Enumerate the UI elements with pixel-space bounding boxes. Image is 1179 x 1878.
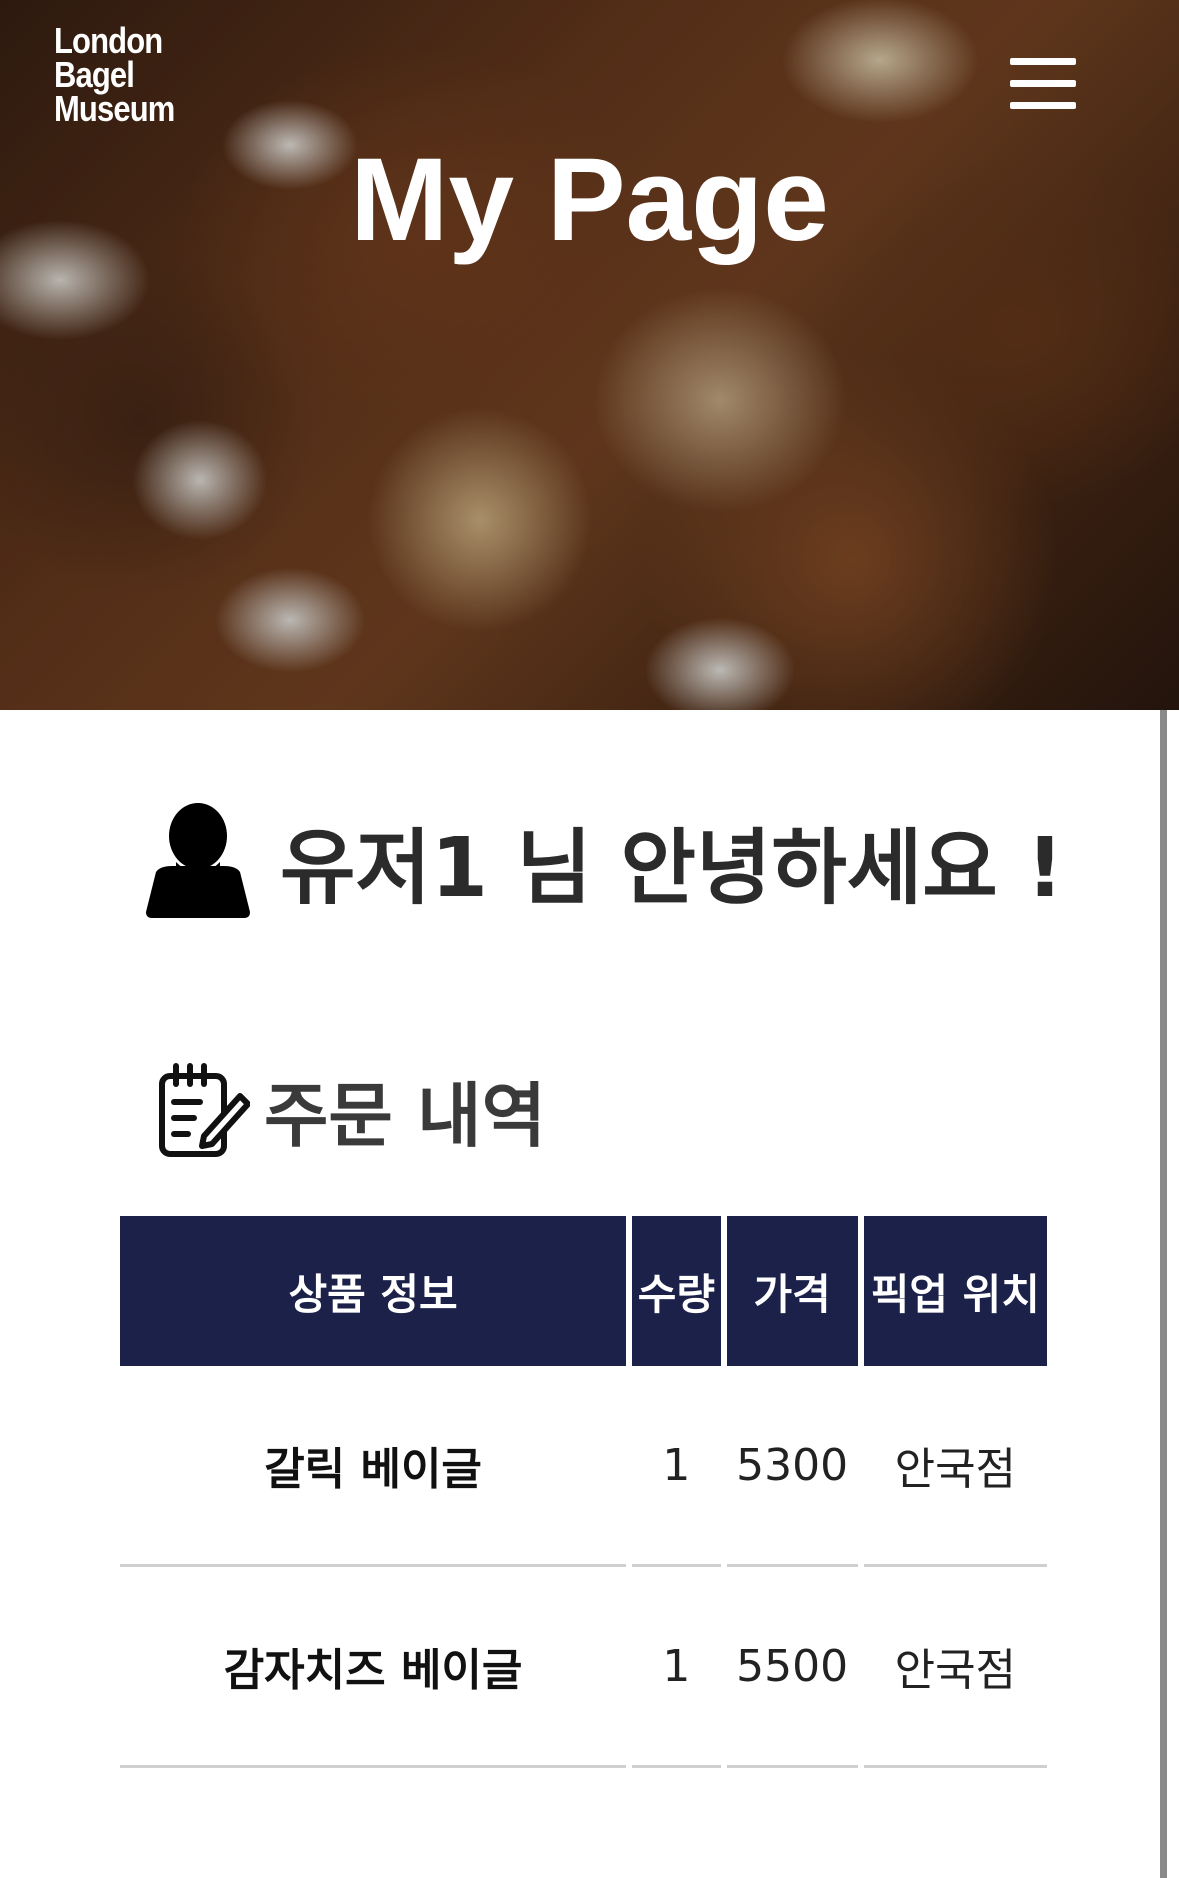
logo-line-1: London: [54, 20, 163, 61]
location-cell: 안국점: [863, 1366, 1047, 1567]
order-history-table: 상품 정보 수량 가격 픽업 위치 갈릭 베이글 1 5300 안국점 감자치즈…: [114, 1216, 1053, 1768]
column-header-location: 픽업 위치: [863, 1216, 1047, 1366]
quantity-cell: 1: [632, 1366, 721, 1567]
page-title: My Page: [350, 134, 829, 266]
table-row[interactable]: 갈릭 베이글 1 5300 안국점: [120, 1366, 1047, 1567]
location-cell: 안국점: [863, 1567, 1047, 1768]
brand-logo[interactable]: London Bagel Museum: [54, 20, 175, 129]
table-header-row: 상품 정보 수량 가격 픽업 위치: [120, 1216, 1047, 1366]
column-header-price: 가격: [726, 1216, 858, 1366]
column-header-product: 상품 정보: [120, 1216, 627, 1366]
logo-line-2: Bagel: [54, 54, 135, 95]
column-header-quantity: 수량: [632, 1216, 721, 1366]
section-title: 주문 내역: [264, 1074, 546, 1157]
greeting: 유저1 님 안녕하세요 !: [146, 800, 1064, 920]
greeting-text: 유저1 님 안녕하세요 !: [280, 820, 1064, 916]
price-cell: 5300: [726, 1366, 858, 1567]
hamburger-menu-icon[interactable]: [1008, 58, 1078, 110]
user-silhouette-icon: [146, 803, 250, 918]
hero-banner: London Bagel Museum My Page: [0, 0, 1179, 710]
product-cell: 감자치즈 베이글: [120, 1567, 627, 1768]
logo-line-3: Museum: [54, 88, 175, 129]
orders-section-header: 주문 내역: [158, 1062, 546, 1158]
quantity-cell: 1: [632, 1567, 721, 1768]
scrollbar[interactable]: [1160, 710, 1167, 1878]
notepad-edit-icon: [159, 1063, 250, 1157]
table-row[interactable]: 감자치즈 베이글 1 5500 안국점: [120, 1567, 1047, 1768]
product-cell: 갈릭 베이글: [120, 1366, 627, 1567]
price-cell: 5500: [726, 1567, 858, 1768]
